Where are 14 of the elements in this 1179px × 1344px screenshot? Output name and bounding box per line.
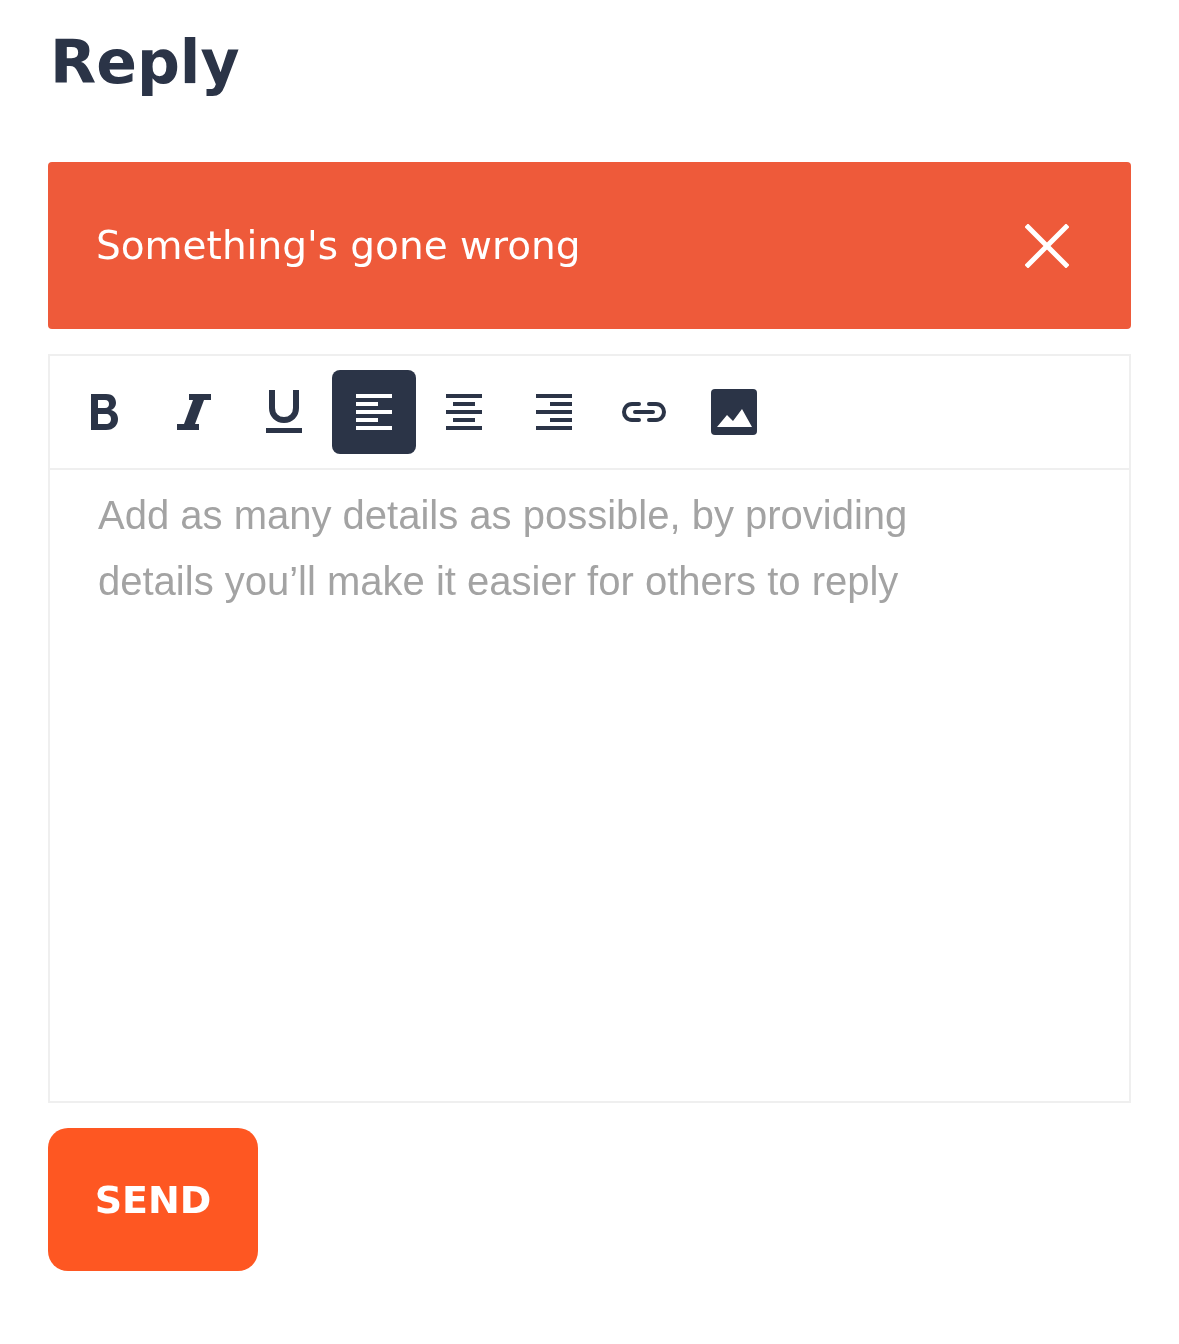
image-icon xyxy=(711,389,757,435)
send-button[interactable]: SEND xyxy=(48,1128,258,1271)
link-icon xyxy=(621,400,667,424)
bold-icon xyxy=(89,394,119,430)
error-message: Something's gone wrong xyxy=(96,223,581,268)
underline-icon xyxy=(266,390,302,434)
align-center-icon xyxy=(446,394,482,430)
italic-icon xyxy=(177,394,211,430)
align-right-icon xyxy=(536,394,572,430)
page-title: Reply xyxy=(50,26,241,99)
close-icon[interactable] xyxy=(1025,223,1069,268)
align-left-icon xyxy=(356,394,392,430)
align-left-button[interactable] xyxy=(332,370,416,454)
reply-text-area[interactable]: Add as many details as possible, by providing details you’ll make it easier for others to reply xyxy=(48,468,1131,1103)
